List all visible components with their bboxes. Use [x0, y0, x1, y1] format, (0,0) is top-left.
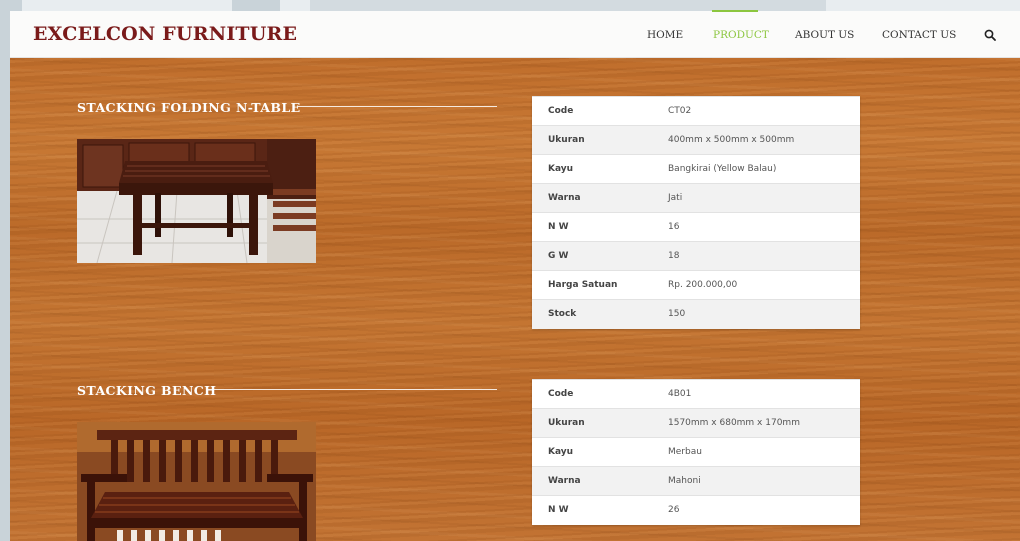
product-spec-table: Code CT02 Ukuran 400mm x 500mm x 500mm Kay…	[532, 96, 860, 329]
spec-value: 150	[652, 299, 860, 329]
title-divider	[206, 389, 497, 390]
table-row: Code 4B01	[532, 379, 860, 409]
spec-value: 26	[652, 495, 860, 525]
table-row: Kayu Bangkirai (Yellow Balau)	[532, 154, 860, 184]
product-photo-table	[77, 139, 316, 263]
spec-value: Merbau	[652, 437, 860, 467]
table-row: N W 26	[532, 495, 860, 525]
spec-value: Jati	[652, 183, 860, 213]
table-row: Code CT02	[532, 96, 860, 126]
spec-value: CT02	[652, 96, 860, 126]
table-row: N W 16	[532, 212, 860, 242]
spec-label: Kayu	[532, 437, 652, 467]
nav-about-us[interactable]: ABOUT US	[795, 29, 854, 41]
table-row: Ukuran 1570mm x 680mm x 170mm	[532, 408, 860, 438]
spec-label: Code	[532, 96, 652, 126]
spec-label: Ukuran	[532, 125, 652, 155]
spec-label: Stock	[532, 299, 652, 329]
spec-value: 1570mm x 680mm x 170mm	[652, 408, 860, 438]
product-content-area: STACKING FOLDING N-TABLE Code CT02 Ukura…	[10, 58, 1020, 541]
table-row: Stock 150	[532, 299, 860, 329]
table-row: Ukuran 400mm x 500mm x 500mm	[532, 125, 860, 155]
spec-label: G W	[532, 241, 652, 271]
product-spec-table: Code 4B01 Ukuran 1570mm x 680mm x 170mm Ka…	[532, 379, 860, 525]
nav-product[interactable]: PRODUCT	[713, 29, 769, 41]
nav-contact-us[interactable]: CONTACT US	[882, 29, 956, 41]
spec-value: 16	[652, 212, 860, 242]
spec-label: Code	[532, 379, 652, 409]
brand-logo-text[interactable]: EXCELCON FURNITURE	[33, 23, 297, 45]
spec-label: Warna	[532, 183, 652, 213]
nav-active-indicator	[712, 10, 758, 12]
spec-label: Harga Satuan	[532, 270, 652, 300]
spec-value: 400mm x 500mm x 500mm	[652, 125, 860, 155]
nav-home[interactable]: HOME	[647, 29, 683, 41]
table-row: G W 18	[532, 241, 860, 271]
table-row: Kayu Merbau	[532, 437, 860, 467]
spec-value: Mahoni	[652, 466, 860, 496]
spec-label: Ukuran	[532, 408, 652, 438]
search-icon[interactable]	[984, 29, 996, 41]
product-title: STACKING BENCH	[77, 383, 217, 398]
table-row: Harga Satuan Rp. 200.000,00	[532, 270, 860, 300]
table-row: Warna Jati	[532, 183, 860, 213]
table-row: Warna Mahoni	[532, 466, 860, 496]
spec-label: Kayu	[532, 154, 652, 184]
spec-label: N W	[532, 212, 652, 242]
spec-value: Rp. 200.000,00	[652, 270, 860, 300]
product-title: STACKING FOLDING N-TABLE	[77, 100, 301, 115]
product-photo-bench	[77, 422, 316, 541]
spec-value: 4B01	[652, 379, 860, 409]
top-navbar: EXCELCON FURNITURE HOME PRODUCT ABOUT US…	[10, 10, 1020, 58]
title-divider	[298, 106, 497, 107]
spec-label: N W	[532, 495, 652, 525]
spec-value: Bangkirai (Yellow Balau)	[652, 154, 860, 184]
spec-value: 18	[652, 241, 860, 271]
spec-label: Warna	[532, 466, 652, 496]
